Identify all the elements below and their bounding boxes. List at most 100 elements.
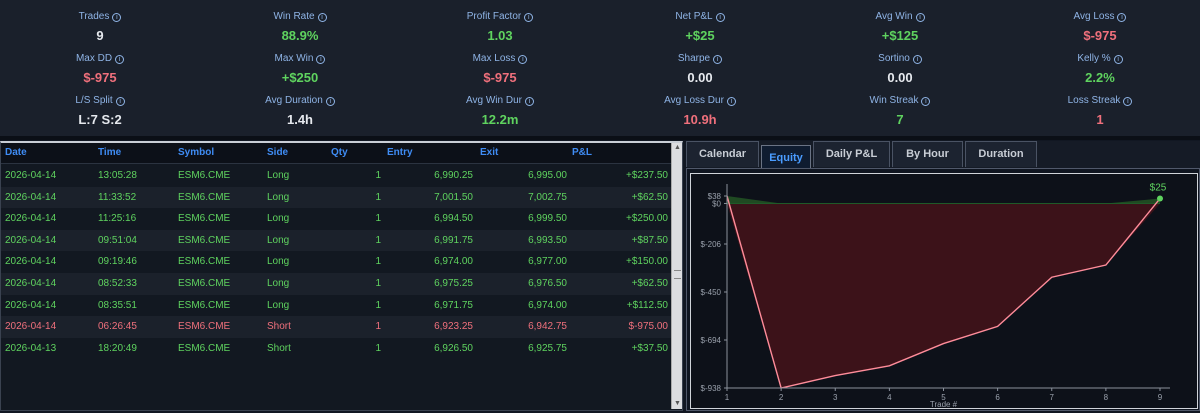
stat-label: Sortino i <box>800 53 1000 65</box>
side-header[interactable]: Side <box>267 147 288 158</box>
tab-by-hour[interactable]: By Hour <box>892 141 963 167</box>
table-row[interactable]: 2026-04-14 11:25:16 ESM6.CME Long 1 6,994.50 6… <box>1 208 671 230</box>
date-cell: 2026-04-14 <box>5 299 57 311</box>
pnl-cell: +$62.50 <box>631 278 668 289</box>
exit-cell: 6,995.00 <box>528 170 567 181</box>
side-cell: Long <box>267 278 290 289</box>
profit-area <box>727 196 1160 204</box>
x-tick-label: 7 <box>1050 393 1055 402</box>
table-row[interactable]: 2026-04-14 11:33:52 ESM6.CME Long 1 7,001.50 7… <box>1 186 671 209</box>
stat-l-s-split: L/S Split i L:7 S:2 <box>0 95 200 127</box>
stat-value: +$25 <box>685 28 715 43</box>
info-icon[interactable]: i <box>921 97 931 106</box>
side-cell: Long <box>267 213 290 225</box>
table-row[interactable]: 2026-04-14 06:26:45 ESM6.CME Short 1 6,923.25… <box>1 316 671 338</box>
stat-value: +$125 <box>881 28 919 43</box>
table-row[interactable]: 2026-04-14 08:52:33 ESM6.CME Long 1 6,975.25 6… <box>1 273 671 295</box>
time-header[interactable]: Time <box>98 147 121 158</box>
exit-header[interactable]: Exit <box>480 147 498 158</box>
symbol-cell: ESM6.CME <box>178 256 231 268</box>
qty-cell: 1 <box>375 213 381 225</box>
stat-value: 7 <box>896 112 904 127</box>
tab-duration[interactable]: Duration <box>965 141 1037 167</box>
tab-daily-p-l[interactable]: Daily P&L <box>813 141 890 167</box>
exit-cell: 6,999.50 <box>528 213 567 225</box>
info-icon[interactable]: i <box>524 13 534 22</box>
exit-cell: 6,976.50 <box>528 278 567 289</box>
vertical-scrollbar[interactable]: ▲ ▼ <box>671 143 682 409</box>
table-row[interactable]: 2026-04-14 09:19:46 ESM6.CME Long 1 6,974.00 6… <box>1 251 671 273</box>
y-tick-label: $-938 <box>701 384 722 393</box>
stat-label: Max DD i <box>0 53 200 65</box>
table-row[interactable]: 2026-04-14 13:05:28 ESM6.CME Long 1 6,990.25 6… <box>1 165 671 187</box>
info-icon[interactable]: i <box>713 55 723 64</box>
qty-header[interactable]: Qty <box>331 147 348 158</box>
stat-label: Avg Win i <box>800 11 1000 23</box>
pnl-cell: +$37.50 <box>631 342 668 354</box>
panel-divider <box>0 136 1200 140</box>
info-icon[interactable]: i <box>524 97 534 106</box>
entry-cell: 6,926.50 <box>434 342 473 354</box>
info-icon[interactable]: i <box>518 55 528 64</box>
time-cell: 11:25:16 <box>98 213 137 225</box>
table-row[interactable]: 2026-04-13 18:20:49 ESM6.CME Short 1 6,926.50… <box>1 338 671 360</box>
date-cell: 2026-04-14 <box>5 256 57 268</box>
info-icon[interactable]: i <box>912 55 922 64</box>
symbol-cell: ESM6.CME <box>178 342 231 354</box>
entry-header[interactable]: Entry <box>387 147 413 158</box>
stat-loss-streak: Loss Streak i 1 <box>1000 95 1200 127</box>
info-icon[interactable]: i <box>115 55 125 64</box>
stat-avg-duration: Avg Duration i 1.4h <box>200 95 400 127</box>
table-row[interactable]: 2026-04-14 08:35:51 ESM6.CME Long 1 6,971.75 6… <box>1 295 671 317</box>
stat-label: Sharpe i <box>600 53 800 65</box>
y-tick-label: $0 <box>712 199 721 208</box>
time-cell: 11:33:52 <box>98 191 137 203</box>
stat-label: Avg Duration i <box>200 95 400 107</box>
equity-tab-panel: $25 $38 $0 $-206 $-450 $-694 $-938 1 2 3 4 5 6 7 8 9 Tra… <box>686 168 1200 411</box>
info-icon[interactable]: i <box>1123 97 1133 106</box>
stat-max-loss: Max Loss i $-975 <box>400 53 600 85</box>
stat-win-rate: Win Rate i 88.9% <box>200 11 400 43</box>
y-tick-label: $-694 <box>701 336 722 345</box>
info-icon[interactable]: i <box>726 97 736 106</box>
info-icon[interactable]: i <box>915 13 925 22</box>
entry-cell: 6,923.25 <box>434 321 473 333</box>
scroll-up-arrow-icon[interactable]: ▲ <box>673 143 682 153</box>
stat-kelly: Kelly % i 2.2% <box>1000 53 1200 85</box>
time-cell: 08:52:33 <box>98 278 137 289</box>
info-icon[interactable]: i <box>316 55 326 64</box>
info-icon[interactable]: i <box>1117 13 1127 22</box>
pnl-header[interactable]: P&L <box>572 147 592 158</box>
exit-cell: 6,977.00 <box>528 256 567 268</box>
table-row[interactable]: 2026-04-14 09:51:04 ESM6.CME Long 1 6,991.75 6… <box>1 229 671 252</box>
x-axis-title: Trade # <box>930 400 958 408</box>
stat-label: Profit Factor i <box>400 11 600 23</box>
stat-label: Loss Streak i <box>1000 95 1200 107</box>
symbol-header[interactable]: Symbol <box>178 147 214 158</box>
scroll-down-arrow-icon[interactable]: ▼ <box>673 399 682 409</box>
tab-calendar[interactable]: Calendar <box>686 141 759 167</box>
symbol-cell: ESM6.CME <box>178 321 231 333</box>
info-icon[interactable]: i <box>715 13 725 22</box>
info-icon[interactable]: i <box>325 97 335 106</box>
info-icon[interactable]: i <box>1113 55 1123 64</box>
time-cell: 08:35:51 <box>98 299 137 311</box>
qty-cell: 1 <box>375 170 381 181</box>
pnl-cell: +$250.00 <box>626 213 668 225</box>
info-icon[interactable]: i <box>112 13 122 22</box>
side-cell: Long <box>267 170 290 181</box>
info-icon[interactable]: i <box>115 97 125 106</box>
stat-max-win: Max Win i +$250 <box>200 53 400 85</box>
info-icon[interactable]: i <box>317 13 327 22</box>
stat-label: Max Loss i <box>400 53 600 65</box>
x-tick-label: 4 <box>887 393 892 402</box>
tab-equity[interactable]: Equity <box>761 145 811 169</box>
date-cell: 2026-04-14 <box>5 321 57 333</box>
date-cell: 2026-04-14 <box>5 191 57 203</box>
y-tick-label: $-206 <box>701 240 722 249</box>
date-header[interactable]: Date <box>5 147 27 158</box>
qty-cell: 1 <box>375 321 381 333</box>
scroll-grip-icon[interactable] <box>674 270 681 279</box>
chart-panel: Calendar Equity Daily P&L By Hour Duration $… <box>686 141 1200 411</box>
stat-label: Avg Loss i <box>1000 11 1200 23</box>
